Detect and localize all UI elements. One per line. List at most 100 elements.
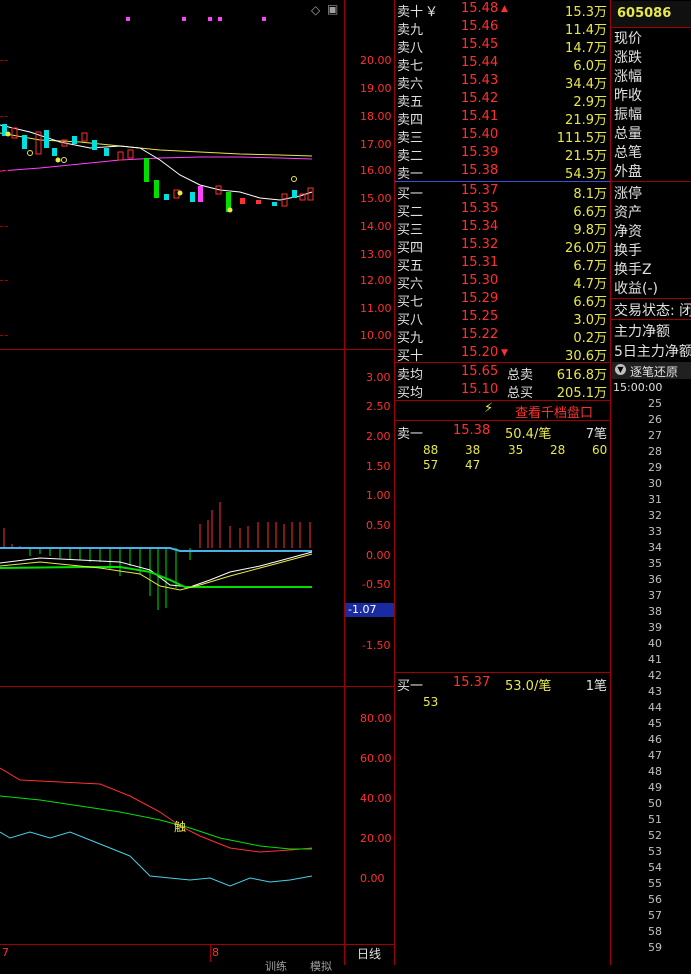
- level-price: 15.35: [461, 201, 499, 216]
- level-name: 卖五: [397, 95, 424, 110]
- bid-level[interactable]: 买九 15.22 0.2万: [397, 327, 607, 346]
- window-icon[interactable]: ▣: [327, 2, 338, 16]
- tick-number: 54: [648, 861, 662, 874]
- bid-level[interactable]: 买三 15.34 9.8万: [397, 219, 607, 238]
- level-name: 买五: [397, 259, 424, 274]
- buy-total-value: 205.1万: [556, 386, 607, 401]
- quote-label: 总量: [614, 126, 642, 142]
- level-price: 15.37: [461, 183, 499, 198]
- bid-level[interactable]: 买七 15.29 6.6万: [397, 291, 607, 310]
- level-volume: 11.4万: [565, 23, 607, 38]
- macd-tick: 1.00: [366, 489, 391, 502]
- price-tick: 13.00: [360, 248, 392, 261]
- level-price: 15.41: [461, 109, 499, 124]
- tick-number: 58: [648, 925, 662, 938]
- buy-total-label: 总买: [507, 386, 534, 401]
- tick-number: 52: [648, 829, 662, 842]
- macd-tick: 1.50: [366, 460, 391, 473]
- ma-line-magenta: [0, 156, 313, 172]
- kdj-panel-bottom: [0, 944, 394, 945]
- macd-tick: 2.00: [366, 430, 391, 443]
- price-tick: 14.00: [360, 220, 392, 233]
- ask-level[interactable]: 卖八 15.45 14.7万: [397, 37, 607, 56]
- bid-level[interactable]: 买六 15.30 4.7万: [397, 273, 607, 292]
- tick-number: 37: [648, 589, 662, 602]
- thousand-level-link[interactable]: 查看千档盘口: [515, 402, 593, 421]
- level-price: 15.42: [461, 91, 499, 106]
- diamond-icon[interactable]: ◇: [311, 3, 320, 17]
- stock-code-box[interactable]: 605086: [612, 1, 691, 28]
- bottom-tab[interactable]: 模拟: [310, 958, 332, 974]
- price-tick: 16.00: [360, 164, 392, 177]
- ask-level[interactable]: 卖三 15.40 111.5万: [397, 127, 607, 146]
- ask-level[interactable]: 卖九 15.46 11.4万: [397, 19, 607, 38]
- level-price: 15.45: [461, 37, 499, 52]
- period-label[interactable]: 日线: [357, 945, 381, 962]
- level-price: 15.25: [461, 309, 499, 324]
- bottom-tab[interactable]: 训练: [265, 958, 287, 974]
- ask-level[interactable]: 卖二 15.39 21.5万: [397, 145, 607, 164]
- bid-level[interactable]: 买二 15.35 6.6万: [397, 201, 607, 220]
- kdj-cyan: [0, 831, 313, 887]
- lightning-icon: ⚡: [484, 401, 494, 416]
- price-tick: 10.00: [360, 329, 392, 342]
- tick-number: 48: [648, 765, 662, 778]
- bid-level[interactable]: 买十 15.20 ▼ 30.6万: [397, 345, 607, 364]
- bid-level[interactable]: 买一 15.37 8.1万: [397, 183, 607, 202]
- kdj-tick: 60.00: [360, 752, 392, 765]
- buy-avg-label: 买均: [397, 386, 424, 401]
- level-price: 15.29: [461, 291, 499, 306]
- price-tick: 12.00: [360, 274, 392, 287]
- macd-tick: 0.50: [366, 519, 391, 532]
- sell-avg-label: 卖均: [397, 368, 424, 383]
- tick-title: 逐笔还原: [630, 365, 679, 379]
- rmb-icon: ￥: [425, 5, 439, 20]
- macd-tick: 2.50: [366, 400, 391, 413]
- tick-header[interactable]: ▼ 逐笔还原: [612, 362, 691, 379]
- level-name: 买一: [397, 187, 424, 202]
- level-name: 卖二: [397, 149, 424, 164]
- tick-time: 15:00:00: [613, 381, 663, 394]
- tick-number: 50: [648, 797, 662, 810]
- queue-buy-header: 买一 15.37 53.0/笔 1笔: [397, 675, 607, 694]
- ask-level[interactable]: 卖七 15.44 6.0万: [397, 55, 607, 74]
- queue-label: 买一: [397, 679, 424, 694]
- kdj-tick: 80.00: [360, 712, 392, 725]
- bid-level[interactable]: 买五 15.31 6.7万: [397, 255, 607, 274]
- level-volume: 6.6万: [573, 205, 607, 220]
- bid-level[interactable]: 买八 15.25 3.0万: [397, 309, 607, 328]
- macd-dif: [0, 551, 313, 588]
- macd-tick: 3.00: [366, 371, 391, 384]
- sell-total-label: 总卖: [507, 368, 534, 383]
- info-divider: [611, 298, 691, 299]
- macd-current-value: -1.07: [345, 603, 394, 617]
- queue-order: 38: [465, 443, 481, 457]
- level-name: 买六: [397, 277, 424, 292]
- level-name: 卖十: [397, 5, 424, 20]
- level-price: 15.31: [461, 255, 499, 270]
- sell-average-row: 卖均 15.65 总卖 616.8万: [397, 364, 607, 383]
- level-price: 15.22: [461, 327, 499, 342]
- tick-number: 29: [648, 461, 662, 474]
- date-label: 7: [2, 946, 9, 959]
- tick-number: 33: [648, 525, 662, 538]
- level-volume: 111.5万: [556, 131, 607, 146]
- queue-price: 15.38: [453, 423, 491, 438]
- ask-level[interactable]: 卖六 15.43 34.4万: [397, 73, 607, 92]
- level-price: 15.38: [461, 163, 499, 178]
- tick-number: 39: [648, 621, 662, 634]
- tick-number: 34: [648, 541, 662, 554]
- ask-level[interactable]: 卖十 ￥ 15.48 ▲ 15.3万: [397, 1, 607, 20]
- level-name: 买三: [397, 223, 424, 238]
- level-name: 卖六: [397, 77, 424, 92]
- ask-level[interactable]: 卖一 15.38 54.3万: [397, 163, 607, 182]
- axis-right-border: [394, 0, 395, 965]
- level-volume: 6.7万: [573, 259, 607, 274]
- ask-level[interactable]: 卖四 15.41 21.9万: [397, 109, 607, 128]
- tick-number: 46: [648, 733, 662, 746]
- price-tick: 11.00: [360, 302, 392, 315]
- bid-level[interactable]: 买四 15.32 26.0万: [397, 237, 607, 256]
- level-price: 15.48: [461, 1, 499, 16]
- queue-order: 35: [508, 443, 524, 457]
- ask-level[interactable]: 卖五 15.42 2.9万: [397, 91, 607, 110]
